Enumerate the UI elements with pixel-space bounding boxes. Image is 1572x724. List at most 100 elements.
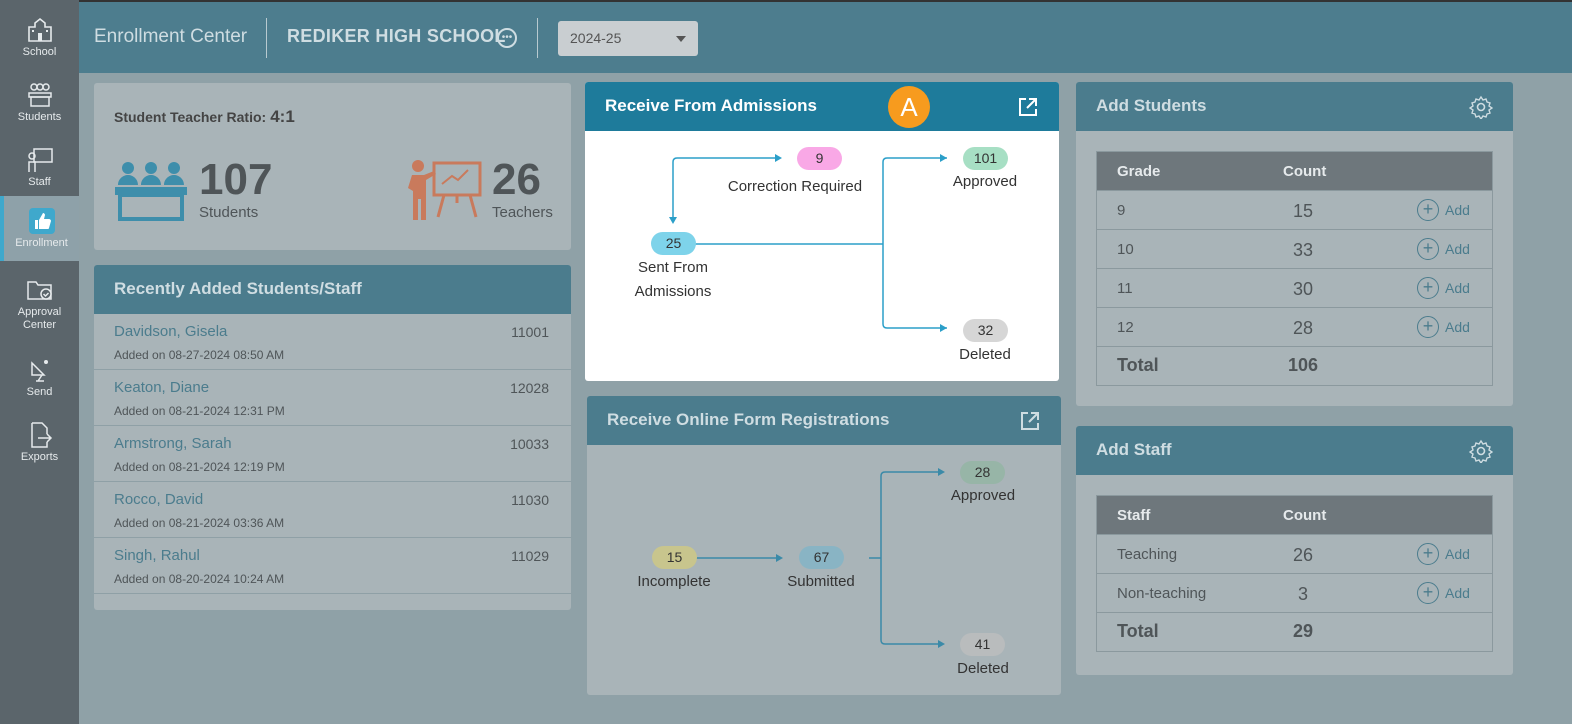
total-value: 29	[1292, 621, 1314, 641]
grade-cell: 9	[1117, 202, 1126, 219]
recent-name[interactable]: Singh, Rahul	[114, 547, 200, 564]
add-staff-button[interactable]: + Add	[1417, 582, 1470, 604]
sidebar-item-students[interactable]: Students	[0, 70, 79, 135]
recent-id: 10033	[510, 436, 549, 452]
grade-cell: 10	[1117, 241, 1134, 258]
recent-name[interactable]: Armstrong, Sarah	[114, 435, 232, 452]
grade-col-header: Grade	[1117, 163, 1161, 180]
admissions-card: Receive From Admissions A 9 Correction R…	[585, 82, 1059, 381]
thumbs-up-icon	[28, 207, 55, 234]
table-row: 10 33 + Add	[1097, 229, 1492, 268]
sidebar-item-send[interactable]: Send	[0, 345, 79, 410]
header-divider	[266, 18, 267, 58]
incomplete-pill[interactable]: 15	[652, 546, 697, 569]
online-deleted-label: Deleted	[957, 660, 1009, 677]
sidebar-item-label: Staff	[28, 175, 51, 188]
online-approved-pill[interactable]: 28	[960, 461, 1005, 484]
submitted-pill[interactable]: 67	[799, 546, 844, 569]
sidebar-item-school[interactable]: School	[0, 5, 79, 70]
table-total-row: Total 106	[1097, 346, 1492, 385]
add-student-button[interactable]: + Add	[1417, 199, 1470, 221]
add-label: Add	[1445, 280, 1470, 296]
approved-count-pill[interactable]: 101	[963, 147, 1008, 170]
table-row: 12 28 + Add	[1097, 307, 1492, 346]
add-students-title: Add Students	[1096, 96, 1207, 115]
sidebar-item-exports[interactable]: Exports	[0, 410, 79, 475]
total-label: Total	[1117, 621, 1159, 641]
school-name[interactable]: REDIKER HIGH SCHOOL	[287, 26, 506, 47]
recent-date: Added on 08-21-2024 12:31 PM	[114, 404, 285, 418]
sidebar-item-label: Students	[17, 110, 62, 123]
list-item[interactable]: Rocco, David Added on 08-21-2024 03:36 A…	[94, 482, 572, 538]
deleted-label: Deleted	[959, 346, 1011, 363]
count-col-header: Count	[1283, 507, 1327, 524]
gear-icon[interactable]	[1469, 95, 1493, 119]
online-deleted-pill[interactable]: 41	[960, 633, 1005, 656]
school-year-select[interactable]: 2024-25	[558, 21, 698, 56]
count-cell: 15	[1292, 201, 1314, 221]
classroom-students-icon	[115, 162, 187, 221]
list-item[interactable]: Singh, Rahul Added on 08-20-2024 10:24 A…	[94, 538, 572, 594]
plus-circle-icon: +	[1417, 582, 1439, 604]
add-student-button[interactable]: + Add	[1417, 238, 1470, 260]
table-total-row: Total 29	[1097, 612, 1492, 651]
correction-label: Correction Required	[727, 178, 863, 195]
ratio-title: Student Teacher Ratio: 4:1	[114, 107, 295, 127]
add-staff-card: Add Staff Staff Count Teaching 26 + Add N…	[1076, 426, 1513, 675]
grade-count-table: Grade Count 9 15 + Add 10 33 + Add 11 30 +…	[1096, 151, 1493, 386]
sidebar-item-approval-center[interactable]: Approval Center	[0, 268, 79, 340]
list-item[interactable]: Davidson, Gisela Added on 08-27-2024 08:…	[94, 314, 572, 370]
online-registrations-card: Receive Online Form Registrations 28 App…	[587, 396, 1061, 695]
deleted-count-pill[interactable]: 32	[963, 319, 1008, 342]
chevron-down-icon	[676, 36, 686, 42]
add-staff-title: Add Staff	[1096, 440, 1172, 459]
grade-cell: 11	[1117, 280, 1133, 297]
count-cell: 33	[1292, 240, 1314, 260]
school-year-value: 2024-25	[570, 30, 622, 46]
ellipsis-icon[interactable]: •••	[497, 28, 517, 48]
plus-circle-icon: +	[1417, 316, 1439, 338]
teachers-count: 26	[492, 155, 541, 204]
recent-name[interactable]: Rocco, David	[114, 491, 203, 508]
recent-name[interactable]: Davidson, Gisela	[114, 323, 227, 340]
staff-type-cell: Non-teaching	[1117, 585, 1207, 602]
sent-count-pill[interactable]: 25	[651, 232, 696, 255]
add-student-button[interactable]: + Add	[1417, 316, 1470, 338]
gear-icon[interactable]	[1469, 439, 1493, 463]
recent-name[interactable]: Keaton, Diane	[114, 379, 209, 396]
add-label: Add	[1445, 202, 1470, 218]
total-value: 106	[1287, 355, 1319, 375]
add-staff-header: Add Staff	[1076, 426, 1513, 475]
table-row: 11 30 + Add	[1097, 268, 1492, 307]
table-header: Grade Count	[1097, 152, 1492, 190]
school-icon	[27, 17, 52, 42]
list-item[interactable]: Keaton, Diane Added on 08-21-2024 12:31 …	[94, 370, 572, 426]
staff-type-cell: Teaching	[1117, 546, 1178, 563]
add-students-card: Add Students Grade Count 9 15 + Add 10 33…	[1076, 82, 1513, 406]
sidebar-item-enrollment[interactable]: Enrollment	[0, 196, 79, 261]
submitted-label: Submitted	[787, 573, 855, 590]
plus-circle-icon: +	[1417, 238, 1439, 260]
sent-label-line1: Sent From	[637, 259, 709, 276]
list-item[interactable]: Armstrong, Sarah Added on 08-21-2024 12:…	[94, 426, 572, 482]
add-label: Add	[1445, 546, 1470, 562]
teachers-label: Teachers	[492, 204, 553, 221]
students-label: Students	[199, 204, 259, 221]
incomplete-label: Incomplete	[637, 573, 711, 590]
sidebar-item-staff[interactable]: Staff	[0, 135, 79, 200]
add-staff-button[interactable]: + Add	[1417, 543, 1470, 565]
correction-count-pill[interactable]: 9	[797, 147, 842, 170]
table-row: Teaching 26 + Add	[1097, 534, 1492, 573]
sidebar-item-label: School	[22, 45, 57, 58]
recent-card-title: Recently Added Students/Staff	[94, 265, 571, 314]
teacher-board-icon	[408, 160, 482, 220]
add-label: Add	[1445, 319, 1470, 335]
plus-circle-icon: +	[1417, 277, 1439, 299]
export-file-icon	[30, 421, 52, 448]
students-count: 107	[199, 155, 273, 204]
add-student-button[interactable]: + Add	[1417, 277, 1470, 299]
staff-count-table: Staff Count Teaching 26 + Add Non-teachin…	[1096, 495, 1493, 652]
staff-icon	[27, 147, 53, 172]
sidebar-item-label: Send	[26, 385, 53, 398]
count-col-header: Count	[1283, 163, 1327, 180]
